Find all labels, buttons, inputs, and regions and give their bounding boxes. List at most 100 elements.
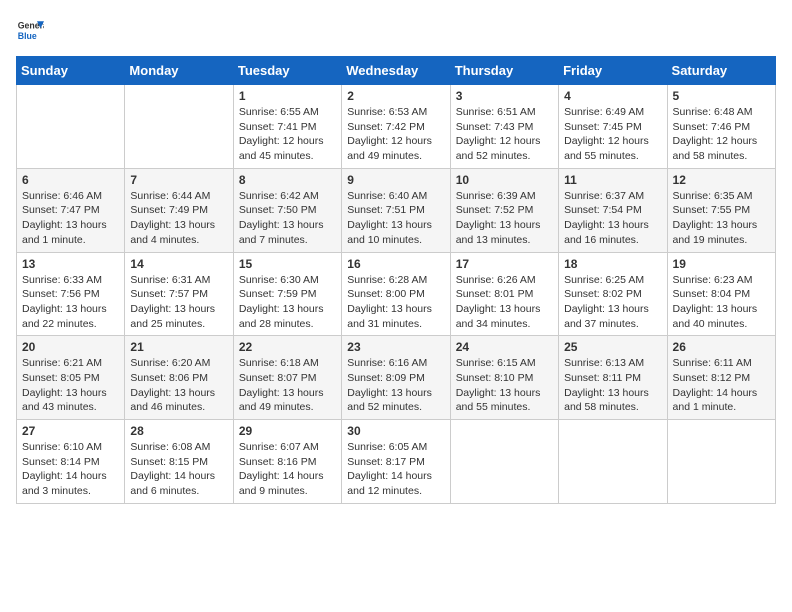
- cell-content: Sunrise: 6:30 AM Sunset: 7:59 PM Dayligh…: [239, 273, 336, 332]
- cell-content: Sunrise: 6:16 AM Sunset: 8:09 PM Dayligh…: [347, 356, 444, 415]
- cell-content: Sunrise: 6:08 AM Sunset: 8:15 PM Dayligh…: [130, 440, 227, 499]
- day-number: 26: [673, 340, 770, 354]
- calendar-cell: 26Sunrise: 6:11 AM Sunset: 8:12 PM Dayli…: [667, 336, 775, 420]
- logo: General Blue: [16, 16, 44, 44]
- cell-content: Sunrise: 6:25 AM Sunset: 8:02 PM Dayligh…: [564, 273, 661, 332]
- calendar-cell: 28 Sunrise: 6:08 AM Sunset: 8:15 PM Dayli…: [125, 420, 233, 504]
- cell-content: Sunrise: 6:40 AM Sunset: 7:51 PM Dayligh…: [347, 189, 444, 248]
- calendar-cell: 29 Sunrise: 6:07 AM Sunset: 8:16 PM Dayli…: [233, 420, 341, 504]
- day-number: 10: [456, 173, 553, 187]
- calendar-cell: 21Sunrise: 6:20 AM Sunset: 8:06 PM Dayli…: [125, 336, 233, 420]
- calendar-cell: [17, 85, 125, 169]
- cell-content: Sunrise: 6:07 AM Sunset: 8:16 PM Dayligh…: [239, 440, 336, 499]
- calendar-cell: 12 Sunrise: 6:35 AM Sunset: 7:55 PM Dayli…: [667, 168, 775, 252]
- cell-content: Sunrise: 6:51 AM Sunset: 7:43 PM Dayligh…: [456, 105, 553, 164]
- weekday-header: Friday: [559, 57, 667, 85]
- calendar-cell: 17Sunrise: 6:26 AM Sunset: 8:01 PM Dayli…: [450, 252, 558, 336]
- day-number: 20: [22, 340, 119, 354]
- calendar-cell: [559, 420, 667, 504]
- calendar-cell: 6 Sunrise: 6:46 AM Sunset: 7:47 PM Daylig…: [17, 168, 125, 252]
- calendar-cell: 8 Sunrise: 6:42 AM Sunset: 7:50 PM Daylig…: [233, 168, 341, 252]
- cell-content: Sunrise: 6:33 AM Sunset: 7:56 PM Dayligh…: [22, 273, 119, 332]
- calendar-table: SundayMondayTuesdayWednesdayThursdayFrid…: [16, 56, 776, 504]
- calendar-cell: [667, 420, 775, 504]
- calendar-cell: 7 Sunrise: 6:44 AM Sunset: 7:49 PM Daylig…: [125, 168, 233, 252]
- calendar-week-row: 6 Sunrise: 6:46 AM Sunset: 7:47 PM Daylig…: [17, 168, 776, 252]
- day-number: 4: [564, 89, 661, 103]
- cell-content: Sunrise: 6:05 AM Sunset: 8:17 PM Dayligh…: [347, 440, 444, 499]
- calendar-cell: 3 Sunrise: 6:51 AM Sunset: 7:43 PM Daylig…: [450, 85, 558, 169]
- calendar-cell: 18Sunrise: 6:25 AM Sunset: 8:02 PM Dayli…: [559, 252, 667, 336]
- calendar-cell: 4 Sunrise: 6:49 AM Sunset: 7:45 PM Daylig…: [559, 85, 667, 169]
- calendar-week-row: 13Sunrise: 6:33 AM Sunset: 7:56 PM Dayli…: [17, 252, 776, 336]
- calendar-cell: 23 Sunrise: 6:16 AM Sunset: 8:09 PM Dayli…: [342, 336, 450, 420]
- calendar-cell: 20Sunrise: 6:21 AM Sunset: 8:05 PM Dayli…: [17, 336, 125, 420]
- cell-content: Sunrise: 6:23 AM Sunset: 8:04 PM Dayligh…: [673, 273, 770, 332]
- cell-content: Sunrise: 6:39 AM Sunset: 7:52 PM Dayligh…: [456, 189, 553, 248]
- cell-content: Sunrise: 6:18 AM Sunset: 8:07 PM Dayligh…: [239, 356, 336, 415]
- calendar-cell: 22 Sunrise: 6:18 AM Sunset: 8:07 PM Dayli…: [233, 336, 341, 420]
- cell-content: Sunrise: 6:10 AM Sunset: 8:14 PM Dayligh…: [22, 440, 119, 499]
- calendar-cell: 10 Sunrise: 6:39 AM Sunset: 7:52 PM Dayli…: [450, 168, 558, 252]
- day-number: 24: [456, 340, 553, 354]
- cell-content: Sunrise: 6:46 AM Sunset: 7:47 PM Dayligh…: [22, 189, 119, 248]
- weekday-header: Sunday: [17, 57, 125, 85]
- logo-icon: General Blue: [16, 16, 44, 44]
- weekday-header: Thursday: [450, 57, 558, 85]
- day-number: 28: [130, 424, 227, 438]
- cell-content: Sunrise: 6:55 AM Sunset: 7:41 PM Dayligh…: [239, 105, 336, 164]
- cell-content: Sunrise: 6:15 AM Sunset: 8:10 PM Dayligh…: [456, 356, 553, 415]
- cell-content: Sunrise: 6:13 AM Sunset: 8:11 PM Dayligh…: [564, 356, 661, 415]
- calendar-cell: 13Sunrise: 6:33 AM Sunset: 7:56 PM Dayli…: [17, 252, 125, 336]
- cell-content: Sunrise: 6:44 AM Sunset: 7:49 PM Dayligh…: [130, 189, 227, 248]
- calendar-cell: 2 Sunrise: 6:53 AM Sunset: 7:42 PM Daylig…: [342, 85, 450, 169]
- calendar-cell: 25 Sunrise: 6:13 AM Sunset: 8:11 PM Dayli…: [559, 336, 667, 420]
- day-number: 7: [130, 173, 227, 187]
- cell-content: Sunrise: 6:42 AM Sunset: 7:50 PM Dayligh…: [239, 189, 336, 248]
- calendar-cell: [450, 420, 558, 504]
- weekday-header: Wednesday: [342, 57, 450, 85]
- calendar-cell: 24 Sunrise: 6:15 AM Sunset: 8:10 PM Dayli…: [450, 336, 558, 420]
- day-number: 23: [347, 340, 444, 354]
- calendar-cell: 14 Sunrise: 6:31 AM Sunset: 7:57 PM Dayli…: [125, 252, 233, 336]
- calendar-cell: 30 Sunrise: 6:05 AM Sunset: 8:17 PM Dayli…: [342, 420, 450, 504]
- calendar-cell: 9Sunrise: 6:40 AM Sunset: 7:51 PM Daylig…: [342, 168, 450, 252]
- day-number: 22: [239, 340, 336, 354]
- calendar-cell: [125, 85, 233, 169]
- day-number: 8: [239, 173, 336, 187]
- weekday-header: Monday: [125, 57, 233, 85]
- calendar-cell: 11 Sunrise: 6:37 AM Sunset: 7:54 PM Dayli…: [559, 168, 667, 252]
- day-number: 19: [673, 257, 770, 271]
- calendar-cell: 19 Sunrise: 6:23 AM Sunset: 8:04 PM Dayli…: [667, 252, 775, 336]
- calendar-cell: 15 Sunrise: 6:30 AM Sunset: 7:59 PM Dayli…: [233, 252, 341, 336]
- cell-content: Sunrise: 6:49 AM Sunset: 7:45 PM Dayligh…: [564, 105, 661, 164]
- day-number: 12: [673, 173, 770, 187]
- day-number: 25: [564, 340, 661, 354]
- day-number: 29: [239, 424, 336, 438]
- day-number: 30: [347, 424, 444, 438]
- day-number: 27: [22, 424, 119, 438]
- cell-content: Sunrise: 6:28 AM Sunset: 8:00 PM Dayligh…: [347, 273, 444, 332]
- day-number: 6: [22, 173, 119, 187]
- calendar-cell: 5 Sunrise: 6:48 AM Sunset: 7:46 PM Daylig…: [667, 85, 775, 169]
- page-header: General Blue: [16, 16, 776, 44]
- cell-content: Sunrise: 6:37 AM Sunset: 7:54 PM Dayligh…: [564, 189, 661, 248]
- calendar-body: 1 Sunrise: 6:55 AM Sunset: 7:41 PM Daylig…: [17, 85, 776, 504]
- day-number: 11: [564, 173, 661, 187]
- calendar-cell: 27 Sunrise: 6:10 AM Sunset: 8:14 PM Dayli…: [17, 420, 125, 504]
- day-number: 14: [130, 257, 227, 271]
- cell-content: Sunrise: 6:53 AM Sunset: 7:42 PM Dayligh…: [347, 105, 444, 164]
- cell-content: Sunrise: 6:48 AM Sunset: 7:46 PM Dayligh…: [673, 105, 770, 164]
- day-number: 15: [239, 257, 336, 271]
- cell-content: Sunrise: 6:31 AM Sunset: 7:57 PM Dayligh…: [130, 273, 227, 332]
- cell-content: Sunrise: 6:20 AM Sunset: 8:06 PM Dayligh…: [130, 356, 227, 415]
- day-number: 5: [673, 89, 770, 103]
- day-number: 3: [456, 89, 553, 103]
- cell-content: Sunrise: 6:35 AM Sunset: 7:55 PM Dayligh…: [673, 189, 770, 248]
- calendar-week-row: 20Sunrise: 6:21 AM Sunset: 8:05 PM Dayli…: [17, 336, 776, 420]
- svg-text:Blue: Blue: [18, 31, 37, 41]
- day-number: 2: [347, 89, 444, 103]
- calendar-week-row: 1 Sunrise: 6:55 AM Sunset: 7:41 PM Daylig…: [17, 85, 776, 169]
- calendar-cell: 1 Sunrise: 6:55 AM Sunset: 7:41 PM Daylig…: [233, 85, 341, 169]
- day-number: 1: [239, 89, 336, 103]
